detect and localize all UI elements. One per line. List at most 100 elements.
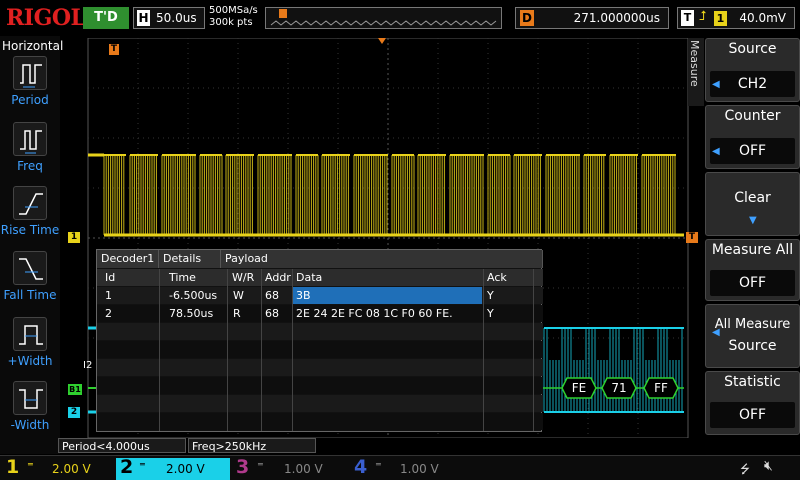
source-button[interactable]: Source CH2 ◀ [705, 38, 800, 102]
trigger-source-badge: 1 [714, 11, 727, 26]
empty-row [97, 359, 543, 376]
row-wr: R [233, 307, 241, 320]
ch2-offset-marker[interactable]: 2 [68, 407, 80, 418]
ch1-status[interactable]: 1 ═ 2.00 V [6, 456, 116, 480]
trigger-icon: T [681, 10, 694, 26]
clear-label: Clear [734, 190, 771, 206]
bus-offset-marker[interactable]: B1 [68, 384, 82, 395]
bus-byte-label: FE [572, 381, 586, 395]
period-readout: Period<4.000us [58, 438, 186, 453]
empty-row [97, 413, 543, 430]
tab-details[interactable]: Details [159, 250, 221, 268]
ch4-number: 4 [354, 456, 368, 478]
dc-coupling-icon: ═ [140, 460, 145, 469]
ch2-status[interactable]: 2 ═ 2.00 V [116, 456, 230, 480]
measure-rise-time-button[interactable]: Rise Time [0, 186, 60, 250]
ch2-number: 2 [120, 456, 134, 478]
top-status-bar: RIGOL T'D H 50.0us 500MSa/s 300k pts D 2… [0, 0, 800, 36]
row-id: 1 [105, 289, 112, 302]
delay-icon: D [520, 10, 534, 26]
dc-coupling-icon: ═ [258, 460, 263, 469]
trigger-level: 40.0mV [739, 11, 786, 25]
statistic-button[interactable]: Statistic OFF [705, 371, 800, 435]
ch4-scale: 1.00 V [400, 462, 439, 476]
timebase-value: 50.0us [156, 11, 197, 25]
counter-button[interactable]: Counter OFF ◀ [705, 105, 800, 169]
speaker-muted-icon[interactable]: 🔇︎ [764, 458, 773, 474]
freq-label: Freq [17, 159, 43, 173]
sample-rate: 500MSa/s [209, 5, 258, 16]
select-arrow-icon: ◀ [712, 327, 720, 338]
ch3-number: 3 [236, 456, 250, 478]
header-ack: Ack [487, 271, 507, 284]
measurement-readout: Period<4.000us Freq>250kHz [58, 438, 478, 454]
counter-label: Counter [724, 108, 781, 124]
timebase-display[interactable]: H 50.0us [133, 7, 205, 29]
rise-time-label: Rise Time [0, 223, 60, 237]
period-icon [13, 56, 47, 90]
measure-freq-button[interactable]: Freq [0, 122, 60, 186]
column-divider [159, 269, 160, 431]
memory-waveform-line [270, 20, 497, 26]
tab-payload[interactable]: Payload [221, 250, 543, 268]
trigger-position-marker-top[interactable]: T [109, 44, 119, 55]
bus-byte-label: FF [654, 381, 668, 395]
column-divider [227, 269, 228, 431]
empty-row [97, 395, 543, 412]
row-ack: Y [487, 307, 494, 320]
trigger-position-marker [279, 9, 287, 18]
decoder-event-table[interactable]: Decoder1 Details Payload Id Time W/R Add… [96, 249, 543, 432]
row-data: 2E 24 2E FC 08 1C F0 60 FE. [296, 307, 453, 320]
ch4-status[interactable]: 4 ═ 1.00 V [354, 456, 464, 480]
row-addr: 68 [265, 289, 279, 302]
header-wr: W/R [232, 271, 255, 284]
ch1-offset-marker[interactable]: 1 [68, 232, 80, 243]
ch1-scale: 2.00 V [52, 462, 91, 476]
memory-position-bar[interactable] [265, 7, 502, 29]
empty-row [97, 323, 543, 340]
measure-negative-width-button[interactable]: -Width [0, 381, 60, 445]
table-header: Id Time W/R Addr Data Ack [97, 269, 543, 286]
measure-period-button[interactable]: Period [0, 56, 60, 120]
decoder-tabs: Decoder1 Details Payload [97, 250, 543, 268]
memory-waveform-preview [270, 9, 497, 26]
row-time: 78.50us [169, 307, 214, 320]
dc-coupling-icon: ═ [28, 460, 33, 469]
all-measure-source-button[interactable]: All Measure Source ◀ [705, 304, 800, 368]
timebase-icon: H [137, 10, 150, 26]
counter-value: OFF [710, 138, 795, 164]
measure-all-button[interactable]: Measure All OFF [705, 239, 800, 301]
measure-positive-width-button[interactable]: +Width [0, 317, 60, 381]
row-addr: 68 [265, 307, 279, 320]
ch3-scale: 1.00 V [284, 462, 323, 476]
negative-width-label: -Width [10, 418, 50, 432]
tab-decoder1[interactable]: Decoder1 [97, 250, 159, 268]
positive-width-icon [13, 317, 47, 351]
horizontal-measure-panel: Horizontal Period Freq Rise Time Fall Ti… [0, 36, 64, 454]
table-row[interactable]: 2 78.50us R 68 2E 24 2E FC 08 1C F0 60 F… [97, 305, 543, 322]
source-label: Source [728, 41, 777, 57]
column-divider [483, 269, 484, 431]
memory-depth: 300k pts [209, 17, 253, 28]
horizontal-center-marker [378, 38, 386, 44]
panel-title: Horizontal [2, 39, 64, 53]
row-id: 2 [105, 307, 112, 320]
positive-width-label: +Width [7, 354, 53, 368]
ch1-waveform [88, 153, 684, 237]
measure-fall-time-button[interactable]: Fall Time [0, 251, 60, 315]
bus-byte-label: 71 [611, 381, 626, 395]
clear-button[interactable]: Clear ▼ [705, 172, 800, 236]
delay-display[interactable]: D 271.000000us [515, 7, 669, 29]
period-label: Period [11, 93, 49, 107]
empty-row [97, 377, 543, 394]
row-ack: Y [487, 289, 494, 302]
header-addr: Addr [265, 271, 291, 284]
ch3-status[interactable]: 3 ═ 1.00 V [236, 456, 346, 480]
row-wr: W [233, 289, 244, 302]
table-row[interactable]: 1 -6.500us W 68 3B Y [97, 287, 543, 304]
trigger-display[interactable]: T ⮥ 1 40.0mV [677, 7, 795, 29]
rising-edge-icon: ⮥ [699, 9, 707, 24]
trigger-status-badge[interactable]: T'D [83, 7, 129, 29]
row-data: 3B [296, 289, 311, 302]
select-arrow-icon: ◀ [712, 146, 720, 157]
